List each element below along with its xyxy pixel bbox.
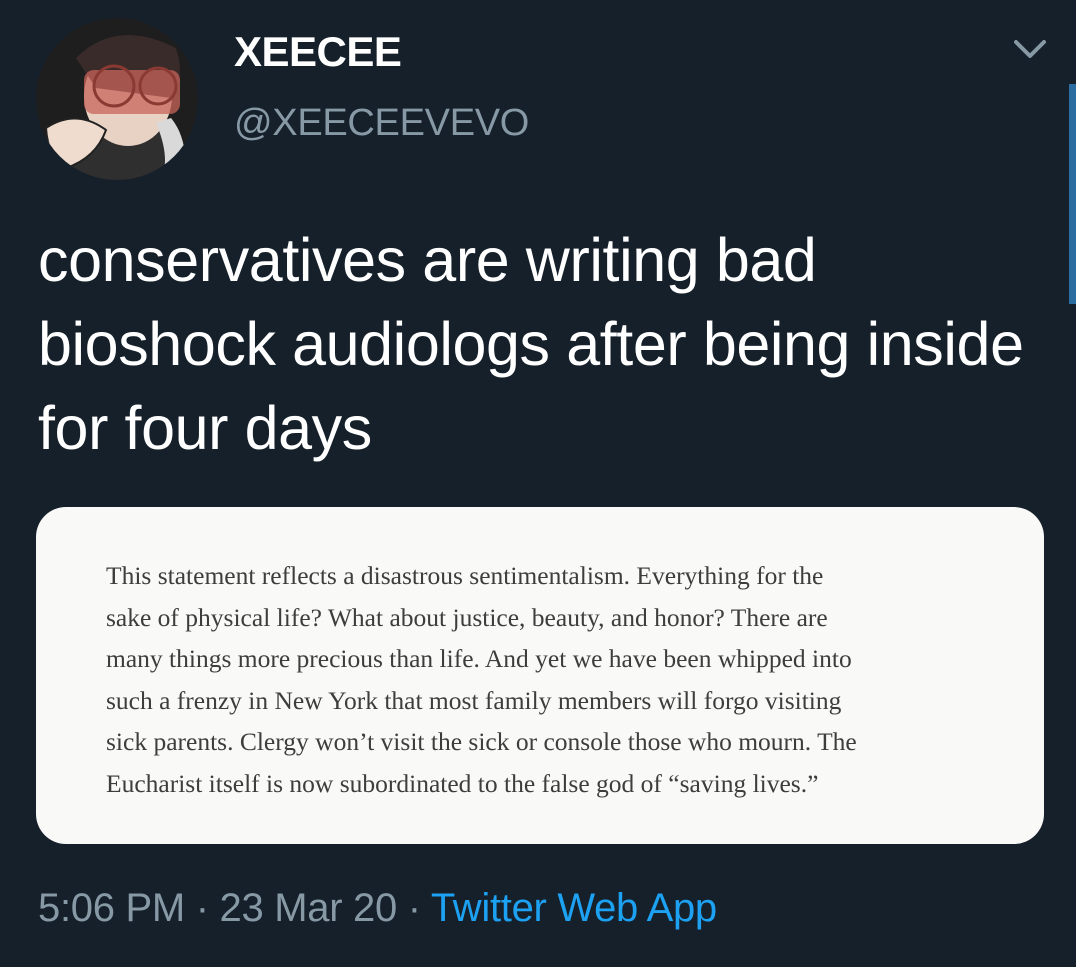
chevron-down-icon[interactable] <box>1010 34 1050 64</box>
display-name[interactable]: XEECEE <box>234 28 402 76</box>
avatar-illustration <box>36 18 198 180</box>
quote-line: many things more precious than life. And… <box>106 644 852 673</box>
tweet-metadata: 5:06 PM · 23 Mar 20 · Twitter Web App <box>38 886 717 931</box>
scrollbar[interactable] <box>1069 84 1076 304</box>
quoted-text-block: This statement reflects a disastrous sen… <box>106 555 966 804</box>
meta-separator: · <box>184 886 220 930</box>
tweet-text: conservatives are writing bad bioshock a… <box>38 226 1024 462</box>
avatar[interactable] <box>36 18 198 180</box>
tweet-container: XEECEE @XEECEEVEVO conservatives are wri… <box>0 0 1076 967</box>
meta-separator: · <box>396 886 431 930</box>
tweet-source-link[interactable]: Twitter Web App <box>431 886 717 930</box>
quote-line: sick parents. Clergy won’t visit the sic… <box>106 727 857 756</box>
tweet-time[interactable]: 5:06 PM <box>38 886 185 930</box>
tweet-image[interactable]: This statement reflects a disastrous sen… <box>36 507 1044 844</box>
quote-line: Eucharist itself is now subordinated to … <box>106 768 819 798</box>
user-handle[interactable]: @XEECEEVEVO <box>234 102 529 145</box>
tweet-date[interactable]: 23 Mar 20 <box>220 886 398 930</box>
quote-line: This statement reflects a disastrous sen… <box>106 561 824 590</box>
quote-line: sake of physical life? What about justic… <box>106 602 828 632</box>
quote-line: such a frenzy in New York that most fami… <box>106 685 842 715</box>
